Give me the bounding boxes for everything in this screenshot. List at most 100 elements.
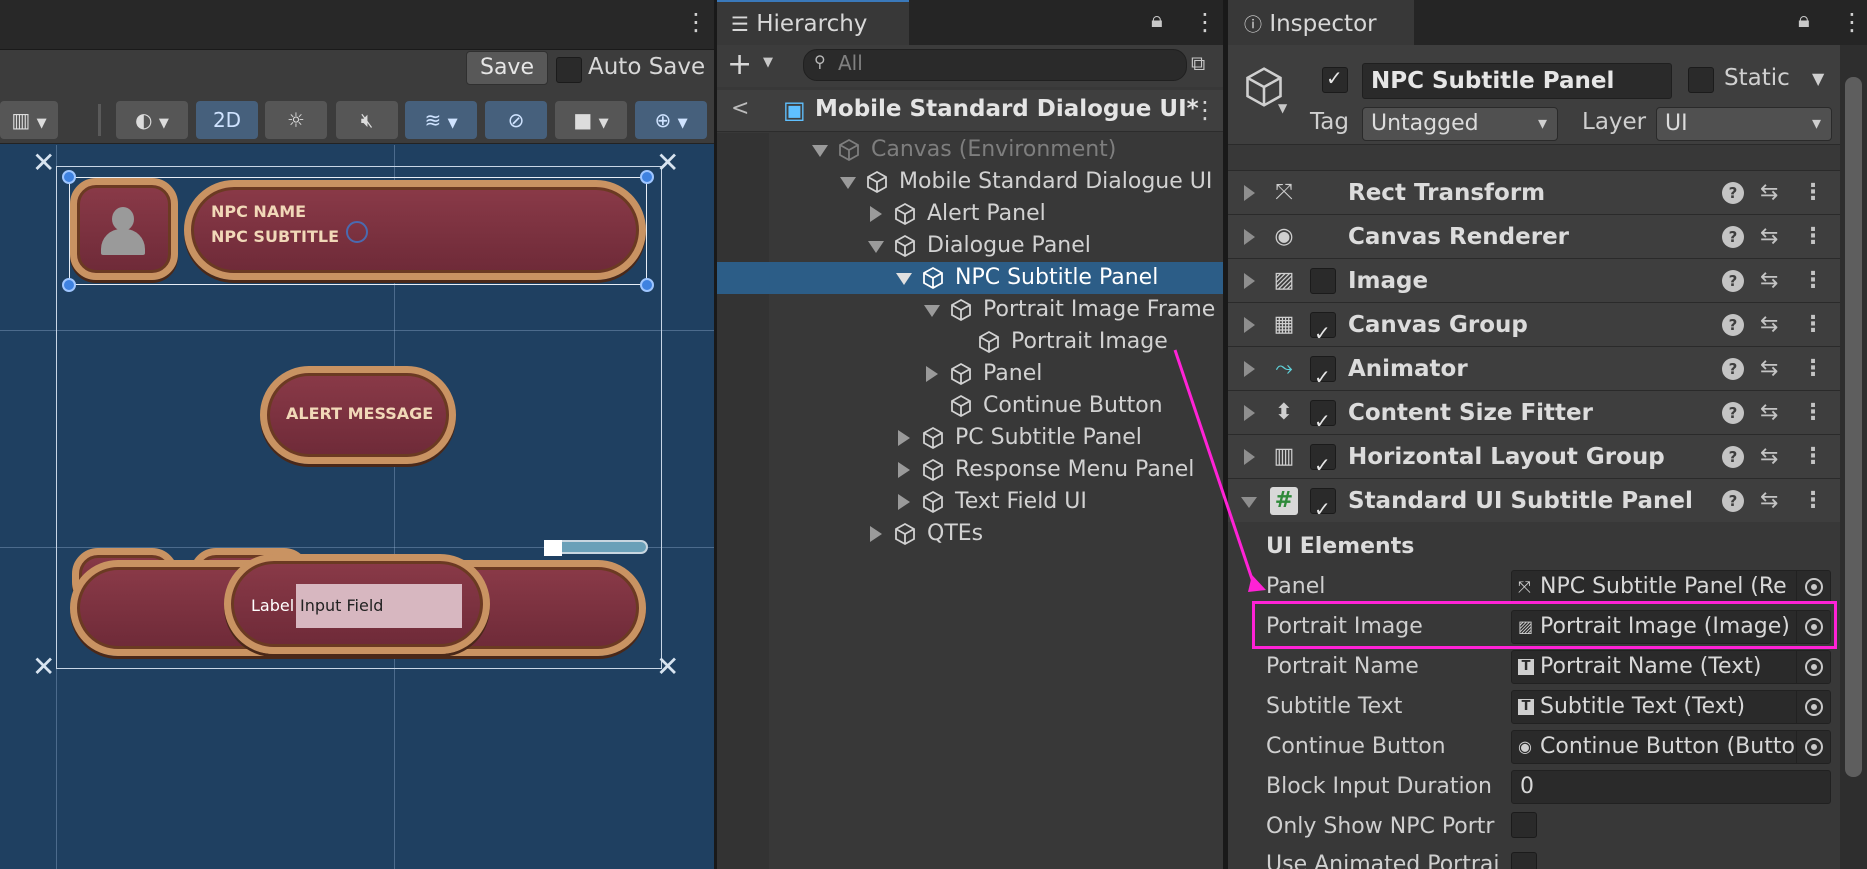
- preset-sliders-icon[interactable]: ⇆: [1760, 435, 1778, 479]
- component-enabled-checkbox[interactable]: [1310, 355, 1336, 399]
- tree-item[interactable]: Portrait Image Frame: [717, 294, 1223, 326]
- preset-sliders-icon[interactable]: ⇆: [1760, 347, 1778, 391]
- gizmos-dropdown[interactable]: ⊕ ▼: [635, 101, 707, 139]
- tab-hierarchy[interactable]: ☰ Hierarchy: [717, 0, 909, 45]
- more-options-icon[interactable]: ⋮: [1802, 479, 1824, 523]
- object-name-field[interactable]: NPC Subtitle Panel: [1362, 63, 1672, 99]
- more-options-icon[interactable]: ⋮: [1802, 259, 1824, 303]
- portrait-frame[interactable]: [70, 178, 178, 280]
- tree-item[interactable]: Mobile Standard Dialogue UI: [717, 166, 1223, 198]
- expand-arrow-icon[interactable]: [1244, 361, 1255, 377]
- gizmo-ruler-dropdown[interactable]: ▥ ▼: [0, 101, 58, 139]
- tree-item[interactable]: Portrait Image: [717, 326, 1223, 358]
- chevron-down-icon[interactable]: ▼: [763, 55, 773, 70]
- resize-handle[interactable]: [62, 278, 76, 292]
- more-options-icon[interactable]: ⋮: [1802, 171, 1824, 215]
- pivot-icon[interactable]: [346, 221, 368, 243]
- add-icon[interactable]: +: [727, 47, 752, 82]
- expand-arrow-icon[interactable]: [812, 145, 828, 157]
- more-options-icon[interactable]: ⋮: [1193, 8, 1217, 36]
- object-field-portrait-name[interactable]: T Portrait Name (Text): [1511, 650, 1831, 684]
- component-enabled-checkbox[interactable]: [1310, 487, 1336, 531]
- preset-sliders-icon[interactable]: ⇆: [1760, 259, 1778, 303]
- preset-sliders-icon[interactable]: ⇆: [1760, 303, 1778, 347]
- more-options-icon[interactable]: ⋮: [1802, 215, 1824, 259]
- component-rect-transform[interactable]: ⤧ Rect Transform ? ⇆ ⋮: [1228, 170, 1840, 214]
- tree-item[interactable]: QTEs: [717, 518, 1223, 550]
- help-icon[interactable]: ?: [1722, 446, 1744, 468]
- effects-dropdown[interactable]: ≋ ▼: [405, 101, 477, 139]
- collapse-arrow-icon[interactable]: [1241, 497, 1257, 508]
- tag-dropdown[interactable]: Untagged: [1362, 107, 1558, 141]
- more-options-icon[interactable]: ⋮: [1802, 303, 1824, 347]
- expand-arrow-icon[interactable]: [896, 273, 912, 285]
- object-field-subtitle-text[interactable]: T Subtitle Text (Text): [1511, 690, 1831, 724]
- tab-inspector[interactable]: ⓘ Inspector: [1228, 0, 1414, 45]
- more-options-icon[interactable]: ⋮: [1193, 96, 1217, 124]
- collapse-arrow-icon[interactable]: [870, 526, 882, 542]
- component-content-size-fitter[interactable]: ⬍ Content Size Fitter ? ⇆ ⋮: [1228, 390, 1840, 443]
- block-input-duration-field[interactable]: 0: [1511, 770, 1831, 804]
- help-icon[interactable]: ?: [1722, 182, 1744, 204]
- expand-arrow-icon[interactable]: [1244, 449, 1255, 465]
- help-icon[interactable]: ?: [1722, 226, 1744, 248]
- chevron-down-icon[interactable]: ▼: [1278, 101, 1287, 115]
- component-standard-ui-subtitle-panel[interactable]: # Standard UI Subtitle Panel ? ⇆ ⋮: [1228, 478, 1840, 531]
- prefab-header[interactable]: < ▣ Mobile Standard Dialogue UI* ⋮: [717, 90, 1223, 132]
- expand-arrow-icon[interactable]: [1244, 185, 1255, 201]
- resize-handle[interactable]: [640, 170, 654, 184]
- scrollbar-thumb[interactable]: [1845, 77, 1862, 777]
- tree-item[interactable]: Panel: [717, 358, 1223, 390]
- chevron-down-icon[interactable]: ▼: [1812, 69, 1824, 88]
- preset-sliders-icon[interactable]: ⇆: [1760, 171, 1778, 215]
- tree-item[interactable]: Canvas (Environment): [717, 134, 1223, 166]
- tree-item[interactable]: Dialogue Panel: [717, 230, 1223, 262]
- object-field-panel[interactable]: ⤧ NPC Subtitle Panel (Re: [1511, 570, 1831, 604]
- component-canvas-group[interactable]: ▦ Canvas Group ? ⇆ ⋮: [1228, 302, 1840, 355]
- collapse-arrow-icon[interactable]: [898, 494, 910, 510]
- camera-dropdown[interactable]: ■ ▼: [555, 101, 627, 139]
- help-icon[interactable]: ?: [1722, 402, 1744, 424]
- object-field-continue-button[interactable]: ◉ Continue Button (Butto: [1511, 730, 1831, 764]
- component-enabled-checkbox[interactable]: [1310, 443, 1336, 487]
- tree-item[interactable]: Response Menu Panel: [717, 454, 1223, 486]
- tree-item-selected[interactable]: NPC Subtitle Panel: [717, 262, 1223, 294]
- lock-icon[interactable]: 🔒︎: [1798, 8, 1810, 33]
- input-field[interactable]: Input Field: [296, 584, 462, 628]
- help-icon[interactable]: ?: [1722, 358, 1744, 380]
- resize-handle[interactable]: [62, 170, 76, 184]
- expand-arrow-icon[interactable]: [924, 305, 940, 317]
- help-icon[interactable]: ?: [1722, 314, 1744, 336]
- component-horizontal-layout-group[interactable]: ▥ Horizontal Layout Group ? ⇆ ⋮: [1228, 434, 1840, 487]
- shading-mode-dropdown[interactable]: ◐ ▼: [116, 101, 188, 139]
- component-enabled-checkbox[interactable]: [1310, 399, 1336, 443]
- anchor-icon[interactable]: ✕: [656, 650, 679, 683]
- help-icon[interactable]: ?: [1722, 490, 1744, 512]
- object-picker-icon[interactable]: [1796, 691, 1830, 723]
- object-picker-icon[interactable]: [1796, 571, 1830, 603]
- expand-arrow-icon[interactable]: [868, 241, 884, 253]
- tree-item[interactable]: Text Field UI: [717, 486, 1223, 518]
- collapse-arrow-icon[interactable]: [870, 206, 882, 222]
- resize-handle[interactable]: [640, 278, 654, 292]
- anchor-icon[interactable]: ✕: [32, 650, 55, 683]
- more-options-icon[interactable]: ⋮: [1840, 8, 1864, 36]
- tree-item[interactable]: Continue Button: [717, 390, 1223, 422]
- component-enabled-checkbox[interactable]: [1310, 311, 1336, 355]
- lock-icon[interactable]: 🔒︎: [1151, 8, 1163, 33]
- mode-2d-toggle[interactable]: 2D: [196, 101, 258, 139]
- auto-save-checkbox[interactable]: [556, 57, 582, 83]
- back-chevron-icon[interactable]: <: [731, 96, 749, 121]
- preset-sliders-icon[interactable]: ⇆: [1760, 479, 1778, 523]
- hierarchy-search-input[interactable]: ⚲ All: [803, 49, 1187, 81]
- scene-visibility-toggle[interactable]: ⊘: [485, 101, 547, 139]
- lighting-toggle[interactable]: ☼: [265, 101, 327, 139]
- static-checkbox[interactable]: [1688, 67, 1714, 93]
- object-picker-icon[interactable]: [1796, 731, 1830, 763]
- more-options-icon[interactable]: ⋮: [1802, 435, 1824, 479]
- collapse-arrow-icon[interactable]: [898, 430, 910, 446]
- expand-arrow-icon[interactable]: [1244, 405, 1255, 421]
- inspector-scrollbar[interactable]: [1840, 45, 1867, 869]
- more-options-icon[interactable]: ⋮: [1802, 347, 1824, 391]
- anchor-icon[interactable]: ✕: [656, 146, 679, 179]
